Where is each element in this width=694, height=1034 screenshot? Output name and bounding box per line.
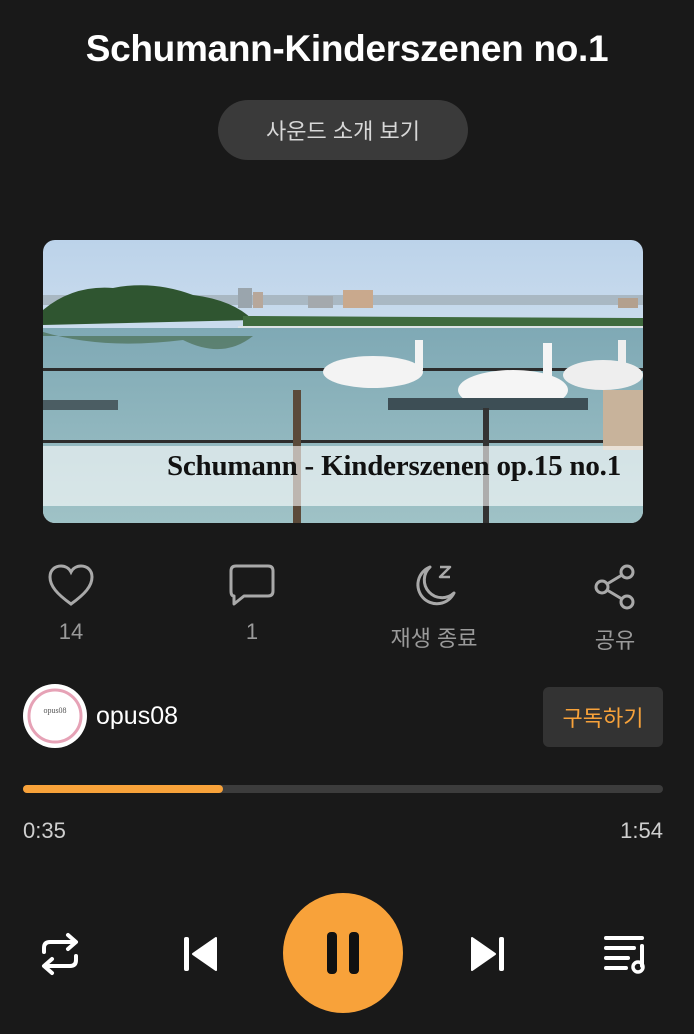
share-button[interactable]: 공유	[545, 563, 685, 655]
avatar-logo-text: opus08	[43, 706, 66, 715]
sleep-timer-button[interactable]: 재생 종료	[364, 563, 504, 653]
progress-bar[interactable]	[23, 785, 663, 793]
comment-icon	[229, 564, 275, 606]
pause-icon	[327, 932, 359, 974]
cover-image: Schumann - Kinderszenen op.15 no.1	[43, 240, 643, 523]
next-icon	[471, 937, 504, 971]
progress-fill	[23, 785, 223, 793]
track-title: Schumann-Kinderszenen no.1	[85, 28, 609, 69]
heart-icon	[48, 564, 94, 606]
comment-count: 1	[245, 619, 259, 644]
channel-name[interactable]: opus08	[96, 702, 178, 731]
playlist-button[interactable]	[596, 928, 656, 980]
cover-caption: Schumann - Kinderszenen op.15 no.1	[166, 450, 621, 482]
previous-icon	[184, 937, 217, 971]
like-count: 14	[58, 619, 84, 644]
next-button[interactable]	[458, 928, 518, 980]
subscribe-button[interactable]: 구독하기	[543, 687, 663, 747]
pause-button[interactable]	[283, 893, 403, 1013]
playlist-icon	[604, 936, 645, 974]
total-time: 1:54	[620, 818, 663, 843]
repeat-icon	[42, 933, 78, 975]
moon-icon	[416, 565, 456, 606]
current-time: 0:35	[23, 818, 66, 843]
comment-button[interactable]: 1	[182, 563, 322, 645]
avatar[interactable]: opus08	[23, 684, 87, 748]
sound-intro-button[interactable]: 사운드 소개 보기	[218, 100, 468, 160]
share-icon	[594, 564, 635, 610]
repeat-button[interactable]	[30, 928, 90, 980]
previous-button[interactable]	[170, 928, 230, 980]
sleep-timer-label: 재생 종료	[390, 626, 478, 651]
like-button[interactable]: 14	[1, 563, 141, 645]
share-label: 공유	[594, 628, 636, 653]
